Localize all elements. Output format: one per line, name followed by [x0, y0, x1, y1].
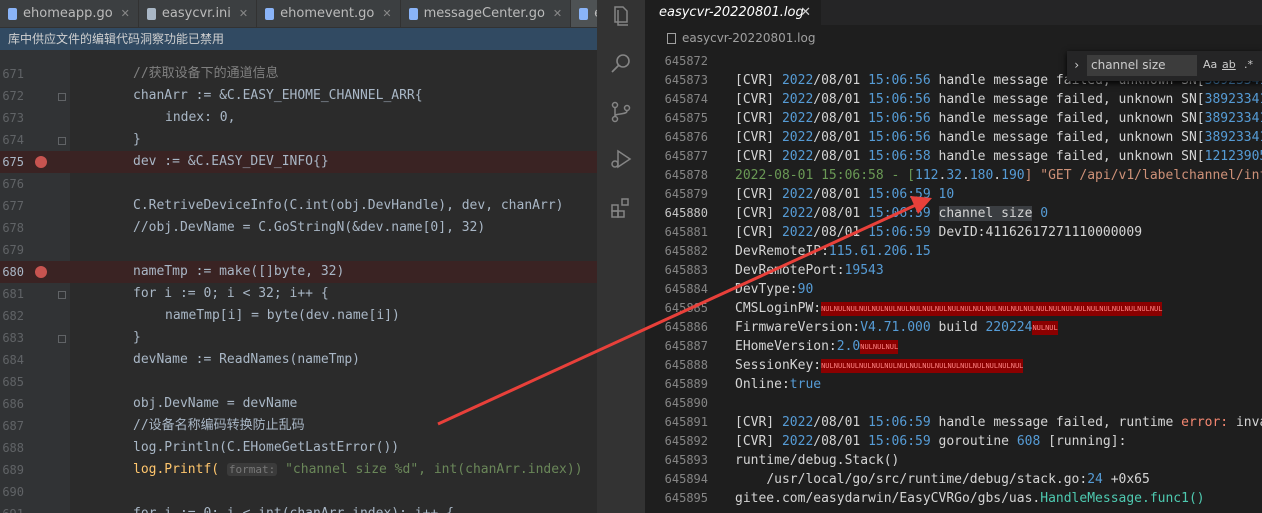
code-line: 671//获取设备下的通道信息	[2, 66, 279, 81]
fold-icon[interactable]	[58, 137, 66, 145]
goland-editor: ehomeapp.go ✕ easycvr.ini ✕ ehomevent.go ✕ …	[0, 0, 597, 513]
code-line: 673 index: 0,	[2, 110, 236, 125]
code-line: 681 for i := 0; i < 32; i++ {	[2, 286, 329, 301]
code-line: 679	[2, 243, 24, 257]
close-icon[interactable]: ✕	[553, 7, 562, 20]
tab-ehome-active[interactable]: ehome	[571, 0, 597, 27]
nul-control-chars: NULNULNULNULNULNULNULNULNULNULNULNULNULN…	[821, 301, 1163, 316]
log-line-current: 645880 [CVR] 2022/08/01 15:06:59 channel …	[664, 206, 1049, 221]
code-line: 683}	[2, 330, 141, 345]
whole-word-toggle[interactable]: ab	[1222, 58, 1236, 71]
breakpoint-icon[interactable]	[35, 266, 47, 278]
code-line: 684 devName := ReadNames(nameTmp)	[2, 352, 360, 367]
tab-label: easycvr.ini	[161, 6, 231, 21]
chevron-right-icon[interactable]: ›	[1073, 58, 1080, 72]
log-line: 645895 gitee.com/easydarwin/EasyCVRGo/gbs…	[664, 491, 1205, 506]
close-icon[interactable]: ✕	[239, 7, 248, 20]
breadcrumb[interactable]: easycvr-20220801.log	[645, 27, 1262, 49]
log-line: 645892 [CVR] 2022/08/01 15:06:59 goroutin…	[664, 434, 1127, 449]
fold-icon[interactable]	[58, 93, 66, 101]
editor-tab-bar: easycvr-20220801.log ✕	[645, 0, 1262, 25]
log-line: 645885 CMSLoginPW:NULNULNULNULNULNULNULNU…	[664, 301, 1163, 316]
code-line: 687//设备名称编码转换防止乱码	[2, 418, 305, 433]
close-icon[interactable]: ✕	[800, 0, 811, 25]
nul-control-chars: NULNUL	[1032, 320, 1058, 335]
go-file-icon	[265, 7, 275, 20]
code-line: 677 C.RetriveDeviceInfo(C.int(obj.DevHand…	[2, 198, 564, 213]
breakpoint-icon[interactable]	[35, 156, 47, 168]
tab-label: ehomeapp.go	[23, 6, 113, 21]
run-debug-icon[interactable]	[609, 147, 633, 171]
code-line: 689 log.Printf( format: "channel size %d"…	[2, 462, 583, 477]
log-line: 645886 FirmwareVersion:V4.71.000 build 22…	[664, 320, 1058, 335]
log-line: 645879 [CVR] 2022/08/01 15:06:59 10	[664, 187, 955, 202]
code-line: 678//obj.DevName = C.GoStringN(&dev.name…	[2, 220, 486, 235]
log-line: 645878 2022-08-01 15:06:58 - [112.32.180.…	[664, 168, 1262, 183]
code-line: 688 log.Println(C.EHomeGetLastError())	[2, 440, 400, 455]
code-line: 682 nameTmp[i] = byte(dev.name[i])	[2, 308, 400, 323]
log-line: 645877 [CVR] 2022/08/01 15:06:58 handle m…	[664, 149, 1262, 164]
code-line: 676	[2, 177, 24, 191]
go-file-icon	[579, 7, 589, 20]
search-icon[interactable]	[609, 52, 633, 76]
close-icon[interactable]: ✕	[121, 7, 130, 20]
search-match: channel size	[938, 206, 1033, 221]
tab-easycvr-ini[interactable]: easycvr.ini ✕	[139, 0, 258, 27]
tab-ehomevent[interactable]: ehomevent.go ✕	[257, 0, 401, 27]
file-icon	[667, 33, 676, 44]
log-line: 645874 [CVR] 2022/08/01 15:06:56 handle m…	[664, 92, 1262, 107]
log-line: 645889 Online:true	[664, 377, 822, 392]
vscode-window: easycvr-20220801.log ✕ easycvr-20220801.l…	[597, 0, 1262, 513]
extensions-icon[interactable]	[609, 196, 633, 220]
log-line: 645887 EHomeVersion:2.0NULNULNUL	[664, 339, 899, 354]
log-line: 645888 SessionKey:NULNULNULNULNULNULNULNU…	[664, 358, 1024, 373]
close-icon[interactable]: ✕	[382, 7, 391, 20]
fold-icon[interactable]	[58, 335, 66, 343]
tab-label: ehomevent.go	[280, 6, 375, 21]
log-line: 645883 DevRemotePort:19543	[664, 263, 884, 278]
code-line: 690	[2, 485, 24, 499]
log-line: 645882 DevRemoteIP:115.61.206.15	[664, 244, 931, 259]
find-input[interactable]: channel size	[1087, 55, 1197, 76]
find-widget: › channel size Aa ab .*	[1067, 51, 1262, 81]
code-line: 685	[2, 375, 24, 389]
log-line: 645894 /usr/local/go/src/runtime/debug/s…	[664, 472, 1150, 487]
ini-file-icon	[146, 7, 156, 20]
go-file-icon	[8, 7, 17, 20]
tab-label: messageCenter.go	[423, 6, 545, 21]
log-line: 645891 [CVR] 2022/08/01 15:06:59 handle m…	[664, 415, 1262, 430]
code-line: 686 obj.DevName = devName	[2, 396, 298, 411]
fold-icon[interactable]	[58, 291, 66, 299]
regex-toggle[interactable]: .*	[1244, 58, 1253, 71]
log-line: 645893 runtime/debug.Stack()	[664, 453, 900, 468]
code-line-breakpoint: 675 dev := &C.EASY_DEV_INFO{}	[0, 151, 597, 173]
explorer-icon[interactable]	[609, 4, 633, 28]
go-file-icon	[408, 7, 418, 20]
log-line: 645884 DevType:90	[664, 282, 814, 297]
source-control-icon[interactable]	[609, 100, 633, 124]
editor-tab-bar: ehomeapp.go ✕ easycvr.ini ✕ ehomevent.go ✕ …	[0, 0, 597, 28]
log-line: 645875 [CVR] 2022/08/01 15:06:56 handle m…	[664, 111, 1262, 126]
code-line: 691for i := 0; i < int(chanArr.index); i…	[0, 503, 597, 513]
read-only-banner: 库中供应文件的编辑代码洞察功能已禁用	[0, 28, 597, 50]
log-line: 645890	[664, 396, 708, 410]
match-case-toggle[interactable]: Aa	[1203, 58, 1217, 71]
activity-bar	[597, 0, 645, 513]
nul-control-chars: NULNULNUL	[860, 339, 899, 354]
tab-messagecenter[interactable]: messageCenter.go ✕	[401, 0, 572, 27]
log-line: 645881 [CVR] 2022/08/01 15:06:59 DevID:41…	[664, 225, 1143, 240]
parameter-hint: format:	[226, 463, 278, 476]
code-line: 672 chanArr := &C.EASY_EHOME_CHANNEL_ARR{	[2, 88, 423, 103]
nul-control-chars: NULNULNULNULNULNULNULNULNULNULNULNULNULN…	[821, 358, 1024, 373]
tab-ehomeapp[interactable]: ehomeapp.go ✕	[0, 0, 139, 27]
log-line: 645876 [CVR] 2022/08/01 15:06:56 handle m…	[664, 130, 1262, 145]
code-line: 674}	[2, 132, 141, 147]
tab-log-file[interactable]: easycvr-20220801.log ✕	[645, 0, 821, 25]
code-line-breakpoint: 680 nameTmp := make([]byte, 32)	[0, 261, 597, 283]
